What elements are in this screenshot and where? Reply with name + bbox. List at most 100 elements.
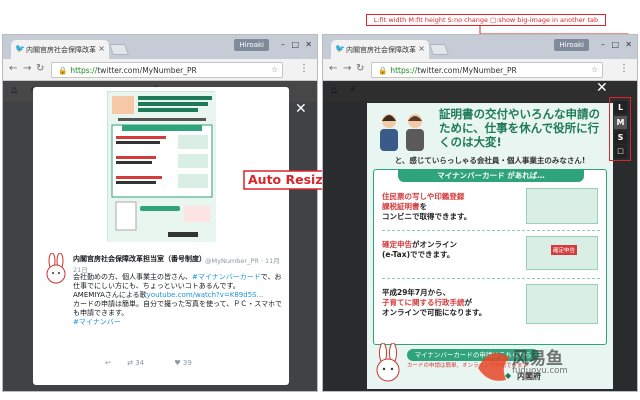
flyer-headline: 証明書の交付やいろんな申請のために、仕事を休んで役所に行くのは大変! [439,107,600,149]
profile-badge[interactable]: Hiroaki [234,39,269,51]
tweet-image-thumbnail[interactable] [107,91,216,242]
fit-width-button[interactable]: L [614,101,627,114]
browser-toolbar: ← → ↻ 🔒 https://twitter.com/MyNumber_PR ☆… [3,59,317,81]
benefit-2-part-a: 確定申告 [382,240,412,249]
benefit-item-etax: 確定申告がオンライン (e-Tax)でできます。 [382,240,457,260]
benefit-1-part-b: 課税証明書 [382,202,420,211]
title-bar: 🐦 内閣官房社会保障改革 × Hiroaki – □ ✕ [3,35,317,59]
address-bar[interactable]: 🔒 https://twitter.com/MyNumber_PR ☆ [371,62,603,78]
bookmark-star-icon[interactable]: ☆ [271,65,278,74]
tweet-card: 内閣官房社会保障改革担当室（番号制度） @MyNumber_PR · 11月 2… [33,247,289,385]
divider [382,278,600,279]
browser-tab[interactable]: 🐦 内閣官房社会保障改革 × [11,40,109,59]
divider [382,230,600,231]
rabbit-avatar[interactable] [43,253,69,287]
open-in-new-tab-button[interactable]: □ [614,145,627,158]
benefit-1-part-d: コンビニで取得できます。 [382,212,472,221]
benefit-3-part-a: 平成29年7月から、 [382,288,451,297]
lightbox-close-icon[interactable]: ✕ [295,101,307,117]
no-change-button[interactable]: S [614,131,627,144]
title-bar: 🐦 内閣官房社会保障改革 × Hiroaki – □ ✕ [323,35,637,59]
benefit-item-convenience-store: 住民票の写しや印鑑登録 課税証明書を コンビニで取得できます。 [382,192,471,222]
like-count: 39 [182,359,192,367]
computer-illustration: 確定申告 [526,236,598,270]
minimize-icon[interactable]: – [601,40,605,49]
auto-resize-label: Auto Resize [248,172,332,187]
tab-close-icon[interactable]: × [418,44,425,53]
minimize-icon[interactable]: – [281,40,285,49]
browser-menu-icon[interactable]: ⋮ [299,63,309,74]
new-tab-button[interactable] [108,44,130,55]
tweet-author[interactable]: 内閣官房社会保障改革担当室（番号制度） [73,254,206,264]
window-close-icon[interactable]: ✕ [625,40,632,49]
tweet-actions: ↩ ⇄ 34 ♥ 39 [105,359,220,367]
benefit-2-part-c: (e-Tax)でできます。 [382,250,455,259]
tab-title: 内閣官房社会保障改革 [346,46,416,54]
office-workers-illustration [380,114,424,151]
url-scheme: https:// [70,66,98,75]
browser-window-after: 🐦 内閣官房社会保障改革 × Hiroaki – □ ✕ ← → ↻ 🔒 http… [322,34,638,392]
maximize-icon[interactable]: □ [611,40,619,49]
tweet-lightbox: 内閣官房社会保障改革担当室（番号制度） @MyNumber_PR · 11月 2… [33,87,289,385]
address-bar[interactable]: 🔒 https://twitter.com/MyNumber_PR ☆ [51,62,283,78]
reply-icon[interactable]: ↩ [105,359,111,367]
shortcut-caption: L:fit width M:fit height S:no change □:s… [366,14,606,26]
family-illustration [526,284,598,324]
tweet-line-4: カードの申請は簡単。自分で撮った写真を使って、ＰＣ・スマホで [73,300,281,308]
tab-close-icon[interactable]: × [98,44,105,53]
back-icon[interactable]: ← [329,63,337,74]
etax-badge: 確定申告 [551,245,578,255]
youtube-link[interactable]: youtube.com/watch?v=K89d5S... [147,291,264,299]
url-path: twitter.com/MyNumber_PR [417,66,517,75]
lightbox-close-icon[interactable]: ✕ [596,80,608,96]
new-tab-button[interactable] [428,44,450,55]
reload-icon[interactable]: ↻ [356,63,364,74]
browser-menu-icon[interactable]: ⋮ [619,63,629,74]
forward-icon[interactable]: → [343,63,351,74]
url-scheme: https:// [390,66,418,75]
resize-buttons-panel: L M S □ [609,97,631,161]
reload-icon[interactable]: ↻ [36,63,44,74]
benefit-3-part-d: オンラインで可能になります。 [382,308,487,317]
tweet-text: 会社勤めの方、個人事業主の皆さん、#マイナンバーカードで、お 仕事でにしい方にも… [73,273,281,327]
tweet-line-3: AMEMIYAさんによる歌 [73,291,147,299]
twitter-bird-icon: 🐦 [335,44,345,53]
retweet-count: 34 [135,359,145,367]
back-icon[interactable]: ← [9,63,17,74]
browser-tab[interactable]: 🐦 内閣官房社会保障改革 × [331,40,429,59]
hashtag-link-2[interactable]: #マイナンバー [73,318,281,327]
like-button[interactable]: ♥ 39 [174,359,205,367]
flyer-subline: と、感じていらっしゃる会社員・個人事業主のみなさん! [394,156,586,165]
browser-window-before: 🐦 内閣官房社会保障改革 × Hiroaki – □ ✕ ← → ↻ 🔒 http… [2,34,318,392]
window-close-icon[interactable]: ✕ [305,40,312,49]
flyer-card-title: マイナンバーカード があれば… [398,169,584,182]
benefit-3-part-b: 子育てに関する行政手続 [382,298,465,307]
benefit-1-part-c: を [419,202,428,211]
tweet-line-2: 仕事でにしい方にも、ちょっといいコトあるんです。 [73,282,240,290]
tweet-line-1-tail: で、お [260,273,281,281]
lock-icon: 🔒 [378,66,388,75]
hashtag-link[interactable]: #マイナンバーカード [192,273,261,281]
tweet-line-5: も申請できます。 [73,309,129,317]
benefit-3-part-c: が [464,298,473,307]
flyer-thumbnail-art [108,92,216,242]
benefit-2-part-b: がオンライン [412,240,457,249]
forward-icon[interactable]: → [23,63,31,74]
flyer-benefits-card: マイナンバーカード があれば… 住民票の写しや印鑑登録 課税証明書を コンビニで… [373,169,607,345]
tweet-line-1: 会社勤めの方、個人事業主の皆さん、 [73,273,192,281]
lock-icon: 🔒 [58,66,68,75]
watermark-url: fuduoyu.com [512,366,568,376]
fit-height-button[interactable]: M [614,116,627,129]
retweet-button[interactable]: ⇄ 34 [127,359,158,367]
benefit-item-childcare: 平成29年7月から、 子育てに関する行政手続が オンラインで可能になります。 [382,288,486,318]
bookmark-star-icon[interactable]: ☆ [591,65,598,74]
profile-badge[interactable]: Hiroaki [554,39,589,51]
certificates-illustration [526,188,598,224]
browser-toolbar: ← → ↻ 🔒 https://twitter.com/MyNumber_PR ☆… [323,59,637,81]
maximize-icon[interactable]: □ [291,40,299,49]
twitter-bird-icon: 🐦 [15,44,25,53]
url-path: twitter.com/MyNumber_PR [97,66,197,75]
tab-title: 内閣官房社会保障改革 [26,46,96,54]
benefit-1-part-a: 住民票の写しや印鑑登録 [382,192,465,201]
tweet-handle[interactable]: @MyNumber_PR · 11月 [205,255,280,265]
